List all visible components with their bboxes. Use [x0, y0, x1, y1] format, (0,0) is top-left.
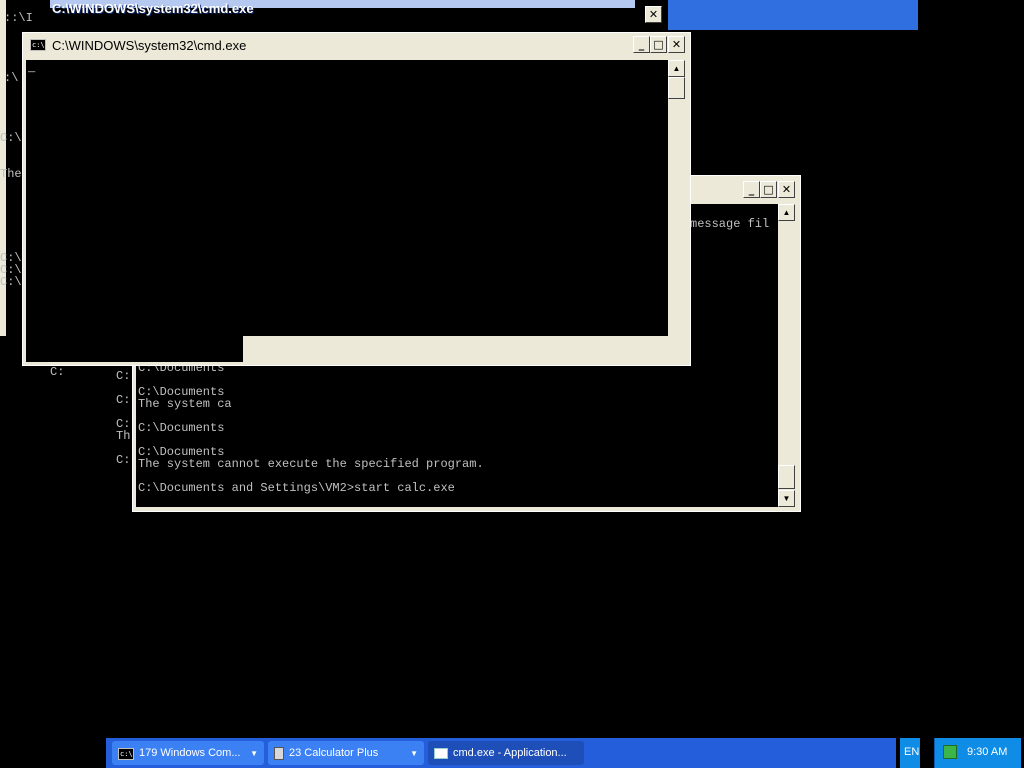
- middle-close-button[interactable]: ✕: [778, 181, 795, 198]
- scroll-down-button[interactable]: ▼: [778, 490, 795, 507]
- fragment-7: C:\: [0, 275, 22, 289]
- taskbar-button-windows-command[interactable]: c:\ 179 Windows Com... ▼: [112, 741, 264, 765]
- front-console-area[interactable]: _: [26, 60, 668, 336]
- arrow-down-icon: ▼: [782, 494, 791, 503]
- scroll-thumb[interactable]: [668, 77, 685, 99]
- cmd-icon: c:\: [30, 39, 46, 51]
- front-close-button[interactable]: ✕: [668, 36, 685, 53]
- lower-fragment-1: C:: [50, 365, 65, 379]
- front-minimize-button[interactable]: _: [633, 36, 650, 53]
- taskbar-button-label: 179 Windows Com...: [139, 747, 241, 759]
- calculator-icon: [274, 746, 284, 760]
- cmd-icon: c:\: [118, 747, 134, 760]
- minimize-icon: _: [638, 38, 645, 51]
- taskbar-button-cmd-application[interactable]: cmd.exe - Application...: [428, 741, 584, 765]
- background-window-titlebar-fragment: [668, 0, 918, 30]
- chevron-down-icon: ▼: [250, 748, 258, 758]
- window-icon: [434, 747, 448, 759]
- maximize-icon: □: [653, 38, 664, 51]
- taskbar: c:\ 179 Windows Com... ▼ 23 Calculator P…: [106, 738, 896, 768]
- fragment-2: :\: [4, 71, 19, 85]
- middle-minimize-button[interactable]: _: [743, 181, 760, 198]
- front-console-scrollbar[interactable]: ▲: [668, 60, 685, 336]
- console-line: C:\Documents: [138, 421, 232, 435]
- taskbar-button-label: 23 Calculator Plus: [289, 747, 379, 759]
- arrow-up-icon: ▲: [782, 208, 791, 217]
- front-window-bottom-border: [243, 336, 690, 338]
- console-redraw-artifact: [26, 336, 243, 362]
- taskbar-button-calculator[interactable]: 23 Calculator Plus ▼: [268, 741, 424, 765]
- middle-maximize-button[interactable]: □: [760, 181, 777, 198]
- lower-fragment-3: C:: [116, 393, 131, 407]
- console-line: The system cannot execute the specified …: [138, 457, 484, 471]
- language-indicator: EN: [904, 746, 920, 758]
- middle-console-scrollbar[interactable]: ▲ ▼: [778, 204, 795, 507]
- text-cursor: _: [28, 61, 36, 75]
- taskbar-button-label: cmd.exe - Application...: [453, 747, 567, 759]
- lower-fragment-5: Th: [116, 429, 131, 443]
- console-line: The system ca: [138, 397, 232, 411]
- fragment-1: ::\I: [4, 11, 33, 25]
- console-line: C:\Documents and Settings\VM2>start calc…: [138, 481, 455, 495]
- fragment-3: C:\: [0, 131, 22, 145]
- network-icon[interactable]: [943, 745, 957, 759]
- scroll-up-button[interactable]: ▲: [668, 60, 685, 77]
- background-close-button[interactable]: ✕: [645, 6, 662, 23]
- language-bar[interactable]: EN: [900, 738, 920, 768]
- maximize-icon: □: [763, 183, 774, 196]
- fragment-4: The: [0, 167, 22, 181]
- lower-fragment-2: C:: [116, 369, 131, 383]
- close-icon: ✕: [781, 183, 792, 196]
- lower-fragment-6: C:: [116, 453, 131, 467]
- clock[interactable]: 9:30 AM: [967, 746, 1007, 758]
- scroll-up-button[interactable]: ▲: [778, 204, 795, 221]
- middle-console-top-text: message fil: [690, 217, 770, 231]
- middle-console-lines: C:\Documents C:\Documents The system ca …: [138, 362, 484, 494]
- background-console-title: C:\WINDOWS\system32\cmd.exe: [52, 1, 254, 16]
- arrow-up-icon: ▲: [672, 64, 681, 73]
- close-icon: ✕: [648, 8, 659, 21]
- scroll-thumb[interactable]: [778, 465, 795, 489]
- close-icon: ✕: [671, 38, 682, 51]
- front-window-title: C:\WINDOWS\system32\cmd.exe: [52, 38, 247, 53]
- front-maximize-button[interactable]: □: [650, 36, 667, 53]
- system-tray: 9:30 AM: [934, 738, 1021, 768]
- chevron-down-icon: ▼: [410, 748, 418, 758]
- minimize-icon: _: [748, 183, 755, 196]
